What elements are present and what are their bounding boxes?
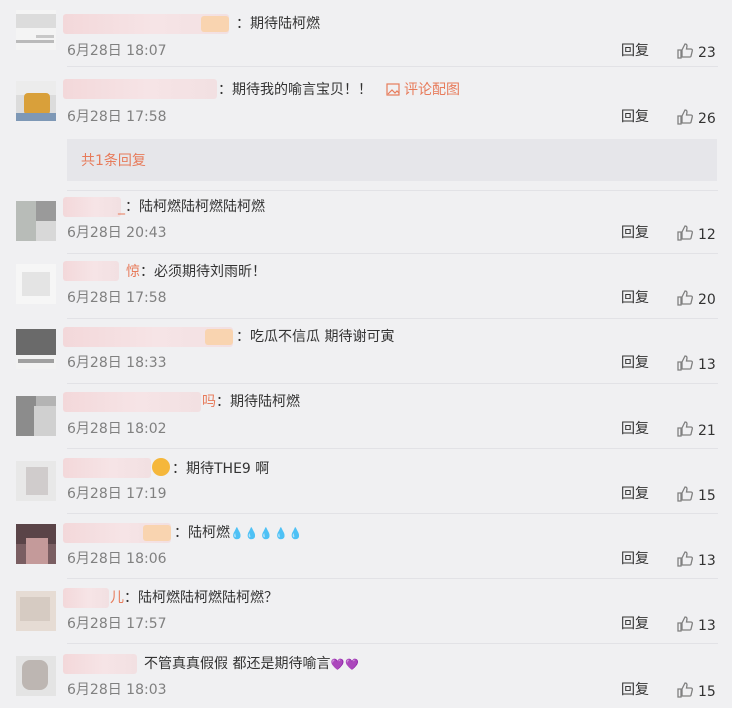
like-button[interactable]: 13 (676, 615, 716, 635)
like-button[interactable]: 21 (676, 420, 716, 440)
username[interactable] (63, 392, 201, 412)
like-button[interactable]: 15 (676, 485, 716, 505)
sub-replies-box: 共1条回复 (67, 139, 717, 181)
username[interactable] (63, 261, 119, 281)
comment-text: ：吃瓜不信瓜 期待谢可寅 (236, 329, 395, 345)
reply-button[interactable]: 回复 (621, 615, 649, 633)
thumbs-up-icon (677, 486, 693, 502)
like-button[interactable]: 13 (676, 354, 716, 374)
avatar[interactable] (16, 524, 56, 564)
thumbs-up-icon (677, 109, 693, 125)
username[interactable] (63, 79, 217, 99)
avatar[interactable] (16, 591, 56, 631)
comment-date: 6月28日 17:58 (67, 109, 167, 125)
comment-item: ：期待陆柯燃 6月28日 18:07 回复 23 (0, 0, 732, 62)
avatar[interactable] (16, 264, 56, 304)
avatar[interactable] (16, 656, 56, 696)
username[interactable] (63, 14, 229, 34)
comment-item: 吗：期待陆柯燃 6月28日 18:02 回复 21 (0, 384, 732, 444)
like-button[interactable]: 20 (676, 289, 716, 309)
comment-item: ：期待THE9 啊 6月28日 17:19 回复 15 (0, 449, 732, 509)
comment-text: 儿：陆柯燃陆柯燃陆柯燃？ (110, 590, 278, 606)
avatar[interactable] (16, 201, 56, 241)
reply-button[interactable]: 回复 (621, 354, 649, 372)
like-count: 26 (698, 111, 716, 127)
comment-item: ：吃瓜不信瓜 期待谢可寅 6月28日 18:33 回复 13 (0, 319, 732, 379)
thumbs-up-icon (677, 43, 693, 59)
avatar[interactable] (16, 10, 56, 50)
username[interactable] (63, 654, 137, 674)
reply-button[interactable]: 回复 (621, 108, 649, 126)
comment-item: ：陆柯燃💧💧💧💧💧 6月28日 18:06 回复 13 (0, 514, 732, 574)
like-button[interactable]: 12 (676, 224, 716, 244)
heart-emoji-icon: 💜💜 (330, 658, 360, 671)
comment-text: 吗：期待陆柯燃 (202, 394, 300, 410)
thumbs-up-icon (677, 682, 693, 698)
heart-eyes-emoji-icon (152, 458, 170, 476)
comment-date: 6月28日 18:33 (67, 355, 167, 371)
comment-text: 惊：必须期待刘雨昕！ (126, 264, 266, 280)
username[interactable] (63, 197, 121, 217)
reply-button[interactable]: 回复 (621, 420, 649, 438)
avatar[interactable] (16, 329, 56, 369)
comment-text: ：期待陆柯燃 (236, 16, 320, 32)
comment-text: 不管真真假假 都还是期待喻言💜💜 (144, 656, 360, 672)
like-button[interactable]: 13 (676, 550, 716, 570)
comment-item: 儿：陆柯燃陆柯燃陆柯燃？ 6月28日 17:57 回复 13 (0, 579, 732, 639)
username[interactable] (63, 523, 171, 543)
comment-image-link[interactable]: 评论配图 (386, 82, 460, 98)
image-icon (386, 83, 400, 96)
reply-button[interactable]: 回复 (621, 485, 649, 503)
comment-text: ：期待我的喻言宝贝！！ 评论配图 (218, 82, 460, 98)
comment-date: 6月28日 17:58 (67, 290, 167, 306)
thumbs-up-icon (677, 616, 693, 632)
thumbs-up-icon (677, 551, 693, 567)
comment-date: 6月28日 18:02 (67, 421, 167, 437)
like-count: 13 (698, 553, 716, 569)
avatar[interactable] (16, 461, 56, 501)
like-count: 13 (698, 618, 716, 634)
thumbs-up-icon (677, 290, 693, 306)
comment-item: 不管真真假假 都还是期待喻言💜💜 6月28日 18:03 回复 15 (0, 644, 732, 708)
reply-button[interactable]: 回复 (621, 42, 649, 60)
username[interactable] (63, 588, 109, 608)
thumbs-up-icon (677, 225, 693, 241)
like-count: 15 (698, 684, 716, 700)
comment-date: 6月28日 18:07 (67, 43, 167, 59)
like-count: 20 (698, 292, 716, 308)
comment-date: 6月28日 18:03 (67, 682, 167, 698)
comment-item: _：陆柯燃陆柯燃陆柯燃 6月28日 20:43 回复 12 (0, 191, 732, 251)
comment-date: 6月28日 20:43 (67, 225, 167, 241)
reply-button[interactable]: 回复 (621, 289, 649, 307)
drop-emoji-icon: 💧💧💧💧💧 (230, 527, 304, 540)
username[interactable] (63, 327, 233, 347)
thumbs-up-icon (677, 421, 693, 437)
like-button[interactable]: 23 (676, 42, 716, 62)
comment-item: 惊：必须期待刘雨昕！ 6月28日 17:58 回复 20 (0, 254, 732, 314)
view-replies-link[interactable]: 共1条回复 (81, 150, 146, 170)
comment-date: 6月28日 17:19 (67, 486, 167, 502)
avatar[interactable] (16, 81, 56, 121)
reply-button[interactable]: 回复 (621, 224, 649, 242)
reply-button[interactable]: 回复 (621, 681, 649, 699)
like-count: 13 (698, 357, 716, 373)
like-button[interactable]: 26 (676, 108, 716, 128)
thumbs-up-icon (677, 355, 693, 371)
reply-button[interactable]: 回复 (621, 550, 649, 568)
like-count: 15 (698, 488, 716, 504)
comment-date: 6月28日 18:06 (67, 551, 167, 567)
comment-text: ：陆柯燃💧💧💧💧💧 (174, 525, 304, 541)
like-count: 12 (698, 227, 716, 243)
like-count: 23 (698, 45, 716, 61)
username[interactable] (63, 458, 151, 478)
avatar[interactable] (16, 396, 56, 436)
comment-text: ：期待THE9 啊 (152, 458, 269, 479)
like-count: 21 (698, 423, 716, 439)
comment-text: _：陆柯燃陆柯燃陆柯燃 (118, 199, 265, 215)
like-button[interactable]: 15 (676, 681, 716, 701)
comment-date: 6月28日 17:57 (67, 616, 167, 632)
